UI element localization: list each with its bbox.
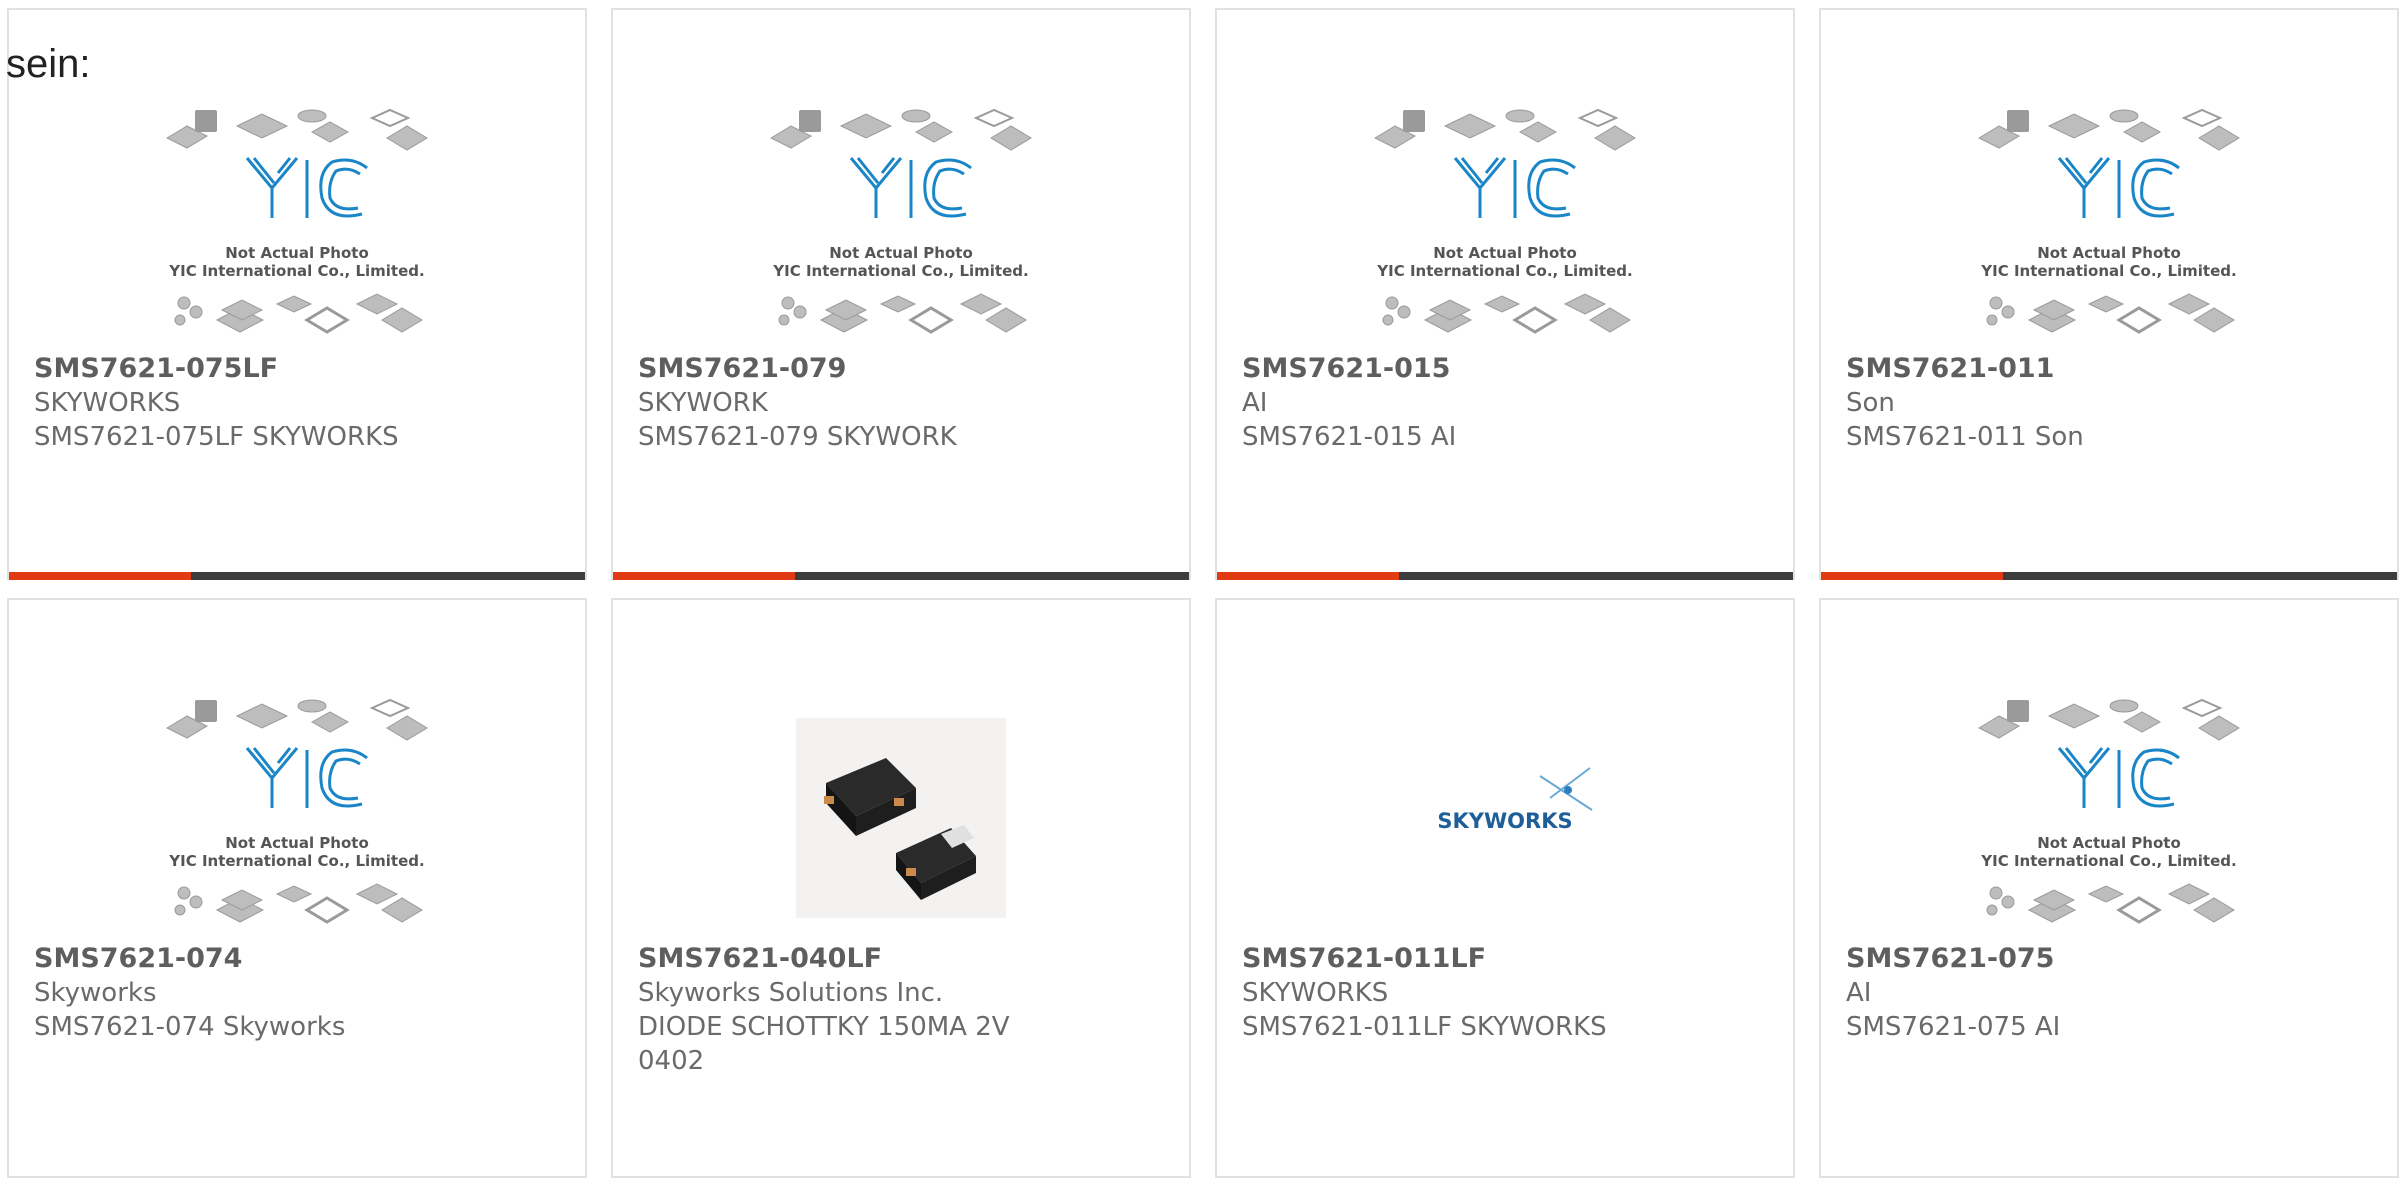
chip-cluster-top-icon — [1977, 698, 2240, 741]
description-label: SMS7621-011 Son — [1846, 422, 2084, 452]
card-bottom-bar — [613, 572, 1189, 580]
skyworks-logo: SKYWORKS — [1437, 767, 1593, 833]
company-label: YIC International Co., Limited. — [772, 262, 1028, 280]
chip-cluster-top-icon — [769, 108, 1032, 151]
manufacturer-label: Son — [1846, 388, 1895, 418]
part-number-link[interactable]: SMS7621-015 — [1242, 352, 1663, 386]
company-label: YIC International Co., Limited. — [1980, 262, 2236, 280]
description-label: DIODE SCHOTTKY 150MA 2V 0402 — [638, 1012, 1010, 1076]
part-number-link[interactable]: SMS7621-074 — [34, 942, 455, 976]
skyworks-logo-text: SKYWORKS — [1437, 809, 1572, 833]
not-actual-photo-label: Not Actual Photo — [225, 834, 369, 852]
product-image[interactable] — [766, 688, 1036, 938]
description-label: SMS7621-011LF SKYWORKS — [1242, 1012, 1607, 1042]
manufacturer-label: SKYWORKS — [34, 388, 181, 418]
yic-logo — [2057, 747, 2180, 808]
not-actual-photo-label: Not Actual Photo — [2037, 244, 2181, 262]
skyworks-star-icon — [1539, 767, 1593, 811]
manufacturer-label: Skyworks Solutions Inc. — [638, 978, 944, 1008]
not-actual-photo-label: Not Actual Photo — [225, 244, 369, 262]
product-card[interactable]: SKYWORKS SMS7621-011LF SKYWORKS SMS7621-… — [1215, 598, 1795, 1178]
card-bottom-bar — [9, 572, 585, 580]
manufacturer-label: AI — [1242, 388, 1268, 418]
manufacturer-label: AI — [1846, 978, 1872, 1008]
yic-logo — [1453, 157, 1576, 218]
description-label: SMS7621-075LF SKYWORKS — [34, 422, 399, 452]
placeholder-image: Not Actual Photo YIC International Co., … — [769, 108, 1032, 334]
product-image[interactable]: Not Actual Photo YIC International Co., … — [162, 98, 432, 348]
chip-cluster-bottom-icon — [174, 293, 423, 334]
description-label: SMS7621-075 AI — [1846, 1012, 2061, 1042]
card-accent-bar — [1821, 572, 2003, 580]
placeholder-image: Not Actual Photo YIC International Co., … — [1373, 108, 1636, 334]
product-image[interactable]: Not Actual Photo YIC International Co., … — [1974, 688, 2244, 938]
product-image[interactable]: SKYWORKS — [1370, 688, 1640, 938]
placeholder-image: Not Actual Photo YIC International Co., … — [1977, 698, 2240, 924]
product-image[interactable]: Not Actual Photo YIC International Co., … — [766, 98, 1036, 348]
product-card[interactable]: Not Actual Photo YIC International Co., … — [611, 8, 1191, 580]
product-card[interactable]: Not Actual Photo YIC International Co., … — [1215, 8, 1795, 580]
chip-cluster-top-icon — [1373, 108, 1636, 151]
card-bottom-bar — [1217, 572, 1793, 580]
diode-chip-photo — [796, 718, 1006, 918]
company-label: YIC International Co., Limited. — [1980, 852, 2236, 870]
chip-cluster-top-icon — [165, 108, 428, 151]
product-text: SMS7621-015 AI SMS7621-015 AI — [1242, 352, 1663, 454]
card-bottom-bar — [1821, 572, 2397, 580]
chip-cluster-bottom-icon — [778, 293, 1027, 334]
chip-cluster-top-icon — [1977, 108, 2240, 151]
part-number-link[interactable]: SMS7621-079 — [638, 352, 1059, 386]
part-number-link[interactable]: SMS7621-040LF — [638, 942, 1059, 976]
part-number-link[interactable]: SMS7621-075 — [1846, 942, 2267, 976]
description-label: SMS7621-015 AI — [1242, 422, 1457, 452]
product-image[interactable]: Not Actual Photo YIC International Co., … — [1974, 98, 2244, 348]
placeholder-image: Not Actual Photo YIC International Co., … — [1977, 108, 2240, 334]
product-card[interactable]: Not Actual Photo YIC International Co., … — [7, 8, 587, 580]
product-text: SMS7621-079 SKYWORK SMS7621-079 SKYWORK — [638, 352, 1059, 454]
product-image[interactable]: Not Actual Photo YIC International Co., … — [162, 688, 432, 938]
not-actual-photo-label: Not Actual Photo — [829, 244, 973, 262]
part-number-link[interactable]: SMS7621-011 — [1846, 352, 2267, 386]
not-actual-photo-label: Not Actual Photo — [1433, 244, 1577, 262]
chip-cluster-bottom-icon — [1986, 293, 2235, 334]
product-text: SMS7621-074 Skyworks SMS7621-074 Skywork… — [34, 942, 455, 1044]
card-accent-bar — [1217, 572, 1399, 580]
product-card[interactable]: Not Actual Photo YIC International Co., … — [1819, 598, 2399, 1178]
description-label: SMS7621-079 SKYWORK — [638, 422, 957, 452]
manufacturer-label: SKYWORKS — [1242, 978, 1389, 1008]
chip-cluster-bottom-icon — [1382, 293, 1631, 334]
placeholder-image: Not Actual Photo YIC International Co., … — [165, 698, 428, 924]
yic-logo — [849, 157, 972, 218]
chip-cluster-bottom-icon — [174, 883, 423, 924]
part-number-link[interactable]: SMS7621-075LF — [34, 352, 455, 386]
product-card[interactable]: Not Actual Photo YIC International Co., … — [1819, 8, 2399, 580]
yic-logo — [245, 747, 368, 808]
not-actual-photo-label: Not Actual Photo — [2037, 834, 2181, 852]
yic-logo — [2057, 157, 2180, 218]
company-label: YIC International Co., Limited. — [168, 262, 424, 280]
product-image[interactable]: Not Actual Photo YIC International Co., … — [1370, 98, 1640, 348]
company-label: YIC International Co., Limited. — [168, 852, 424, 870]
product-text: SMS7621-075 AI SMS7621-075 AI — [1846, 942, 2267, 1044]
yic-logo — [245, 157, 368, 218]
manufacturer-label: Skyworks — [34, 978, 157, 1008]
placeholder-image: Not Actual Photo YIC International Co., … — [165, 108, 428, 334]
card-accent-bar — [613, 572, 795, 580]
intro-text: sein: — [6, 42, 91, 86]
product-card[interactable]: Not Actual Photo YIC International Co., … — [7, 598, 587, 1178]
company-label: YIC International Co., Limited. — [1376, 262, 1632, 280]
product-text: SMS7621-040LF Skyworks Solutions Inc. DI… — [638, 942, 1059, 1078]
chip-cluster-top-icon — [165, 698, 428, 741]
product-card[interactable]: SMS7621-040LF Skyworks Solutions Inc. DI… — [611, 598, 1191, 1178]
part-number-link[interactable]: SMS7621-011LF — [1242, 942, 1663, 976]
manufacturer-label: SKYWORK — [638, 388, 768, 418]
product-text: SMS7621-011 Son SMS7621-011 Son — [1846, 352, 2267, 454]
product-text: SMS7621-075LF SKYWORKS SMS7621-075LF SKY… — [34, 352, 455, 454]
description-label: SMS7621-074 Skyworks — [34, 1012, 346, 1042]
chip-cluster-bottom-icon — [1986, 883, 2235, 924]
product-text: SMS7621-011LF SKYWORKS SMS7621-011LF SKY… — [1242, 942, 1663, 1044]
card-accent-bar — [9, 572, 191, 580]
